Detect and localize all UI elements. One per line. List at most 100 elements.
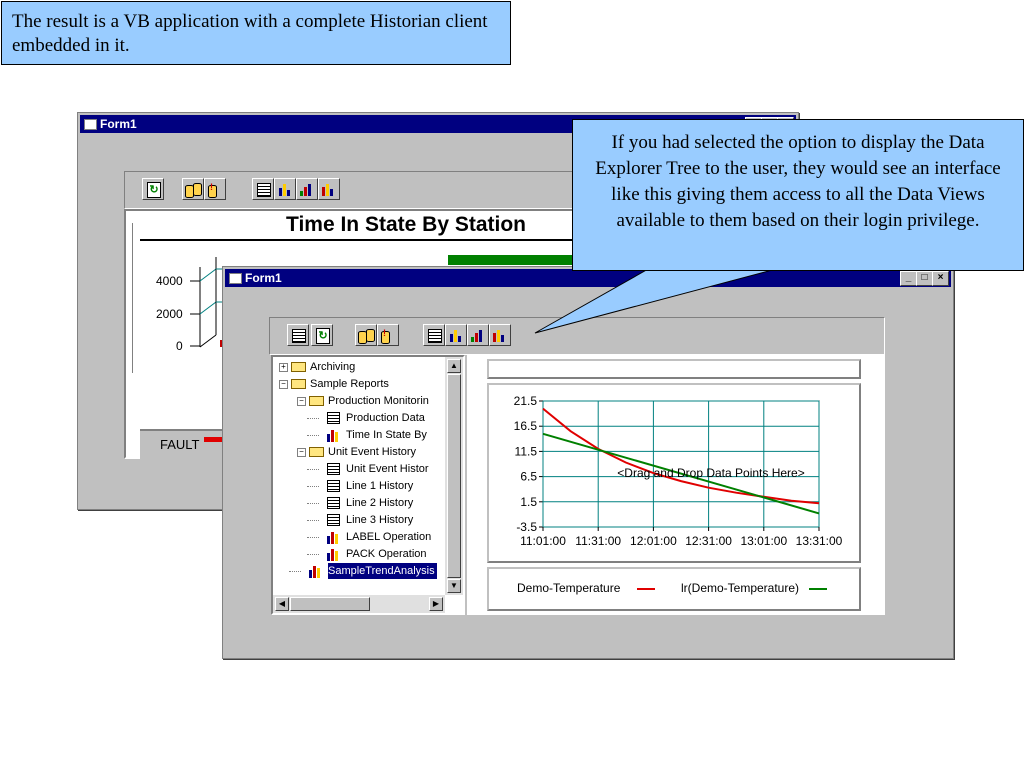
x-tick-label: 13:01:00 [740,534,787,548]
data-explorer-tree[interactable]: + Archiving − Sample Reports − Production Mon… [271,355,465,615]
bar-chart-icon [449,329,463,342]
trend-chart[interactable]: 21.5 16.5 11.5 6.5 1.5 -3.511:01:00 11:31:00 12… [489,385,859,561]
x-tick-label: 12:31:00 [685,534,732,548]
tree-item[interactable]: Line 3 History [273,512,445,528]
side-callout-text: If you had selected the option to displa… [595,132,1001,231]
database-alert-icon: ! [380,328,396,344]
tree-item[interactable]: + Archiving [273,359,445,375]
scroll-left-button[interactable]: ◀ [275,597,289,611]
refresh-button[interactable]: ↻ [142,178,164,200]
close-button[interactable]: × [932,271,949,286]
back-toolbar: ↻ ! [124,171,576,209]
tree-item-label: Production Data [346,412,425,424]
stacked-chart-icon [471,329,485,342]
trend-chart-panel: 21.5 16.5 11.5 6.5 1.5 -3.5 11:01:00 11:31:00 12… [487,383,861,563]
tree-item[interactable]: Production Data [273,410,445,426]
tree-item[interactable]: − Unit Event History [273,444,445,460]
scroll-thumb[interactable] [447,374,461,578]
table-icon [327,497,340,509]
tree-item-label: Time In State By [346,429,427,441]
front-toolbar: ↻ ! [269,317,885,355]
grid-icon [428,329,442,343]
chart-view-button-3[interactable] [489,324,511,346]
tree-item-label: Unit Event History [328,446,417,458]
x-tick-label: 11:01:00 [520,534,566,548]
folder-icon [291,362,306,372]
tree-connector [307,503,319,504]
tree-connector [307,486,319,487]
front-window-title: Form1 [245,271,282,285]
scroll-down-button[interactable]: ▼ [447,579,461,593]
y-tick-label: 6.5 [520,470,537,484]
table-icon [327,514,340,526]
back-y-tick: 2000 [156,307,183,321]
maximize-button[interactable]: □ [916,271,933,286]
tree-connector [307,520,319,521]
tree-item[interactable]: SampleTrendAnalysis [273,563,445,579]
tree-vertical-scrollbar[interactable]: ▲ ▼ [445,357,463,595]
db-button-2[interactable]: ! [204,178,226,200]
grid-view-button[interactable] [423,324,445,346]
tree-connector [289,571,301,572]
database-alert-icon: ! [207,182,223,198]
tree-connector [307,469,319,470]
table-icon [327,480,340,492]
grid-icon [292,329,306,343]
folder-icon [309,447,324,457]
back-legend-label: FAULT [160,437,200,452]
back-window-title: Form1 [100,117,137,131]
plot-area [542,400,820,528]
tree-item-label: Unit Event Histor [346,463,429,475]
chart-view-button-2[interactable] [467,324,489,346]
minimize-button[interactable]: _ [900,271,917,286]
x-tick-label: 13:31:00 [796,534,843,548]
expand-icon[interactable]: + [279,363,288,372]
side-callout: If you had selected the option to displa… [572,119,1024,271]
folder-icon [291,379,306,389]
grid-view-button[interactable] [252,178,274,200]
front-window-titlebar[interactable]: Form1 _ □ × [225,269,951,287]
tree-item[interactable]: Unit Event Histor [273,461,445,477]
column-chart-icon [493,329,507,342]
chart-view-button-1[interactable] [274,178,296,200]
scroll-up-button[interactable]: ▲ [447,359,461,373]
tree-item[interactable]: Line 1 History [273,478,445,494]
scroll-right-button[interactable]: ▶ [429,597,443,611]
tree-item[interactable]: − Sample Reports [273,376,445,392]
chart-view-button-1[interactable] [445,324,467,346]
db-button-2[interactable]: ! [377,324,399,346]
db-button-1[interactable] [355,324,377,346]
h-scroll-thumb[interactable] [290,597,370,611]
tree-item-label: LABEL Operation [346,531,432,543]
bar-chart-icon [309,565,323,578]
y-tick-label: 11.5 [515,444,538,458]
grid-icon [257,183,271,197]
db-button-1[interactable] [182,178,204,200]
tree-item[interactable]: − Production Monitorin [273,393,445,409]
chart-view-button-2[interactable] [296,178,318,200]
tree-horizontal-scrollbar[interactable]: ◀ ▶ [273,595,445,613]
collapse-icon[interactable]: − [297,448,306,457]
tree-toggle-button[interactable] [287,324,309,346]
stacked-chart-icon [300,183,314,196]
legend-series-1-swatch [637,588,655,590]
chart-view-button-3[interactable] [318,178,340,200]
tree-item-label: Archiving [310,361,356,373]
tree-item[interactable]: Line 2 History [273,495,445,511]
collapse-icon[interactable]: − [297,397,306,406]
y-tick-label: 16.5 [514,419,538,433]
table-icon [327,412,340,424]
legend-series-2-label: lr(Demo-Temperature) [681,581,800,595]
tree-connector [307,435,319,436]
tree-item[interactable]: Time In State By [273,427,445,443]
tree-item[interactable]: LABEL Operation [273,529,445,545]
top-callout-text: The result is a VB application with a co… [12,11,488,56]
tree-connector [307,418,319,419]
refresh-button[interactable]: ↻ [311,324,333,346]
tree-item[interactable]: PACK Operation [273,546,445,562]
x-tick-label: 12:01:00 [630,534,677,548]
bar-chart-icon [327,531,341,544]
tree-item-label: Line 2 History [346,497,414,509]
form-icon [229,273,242,284]
collapse-icon[interactable]: − [279,380,288,389]
